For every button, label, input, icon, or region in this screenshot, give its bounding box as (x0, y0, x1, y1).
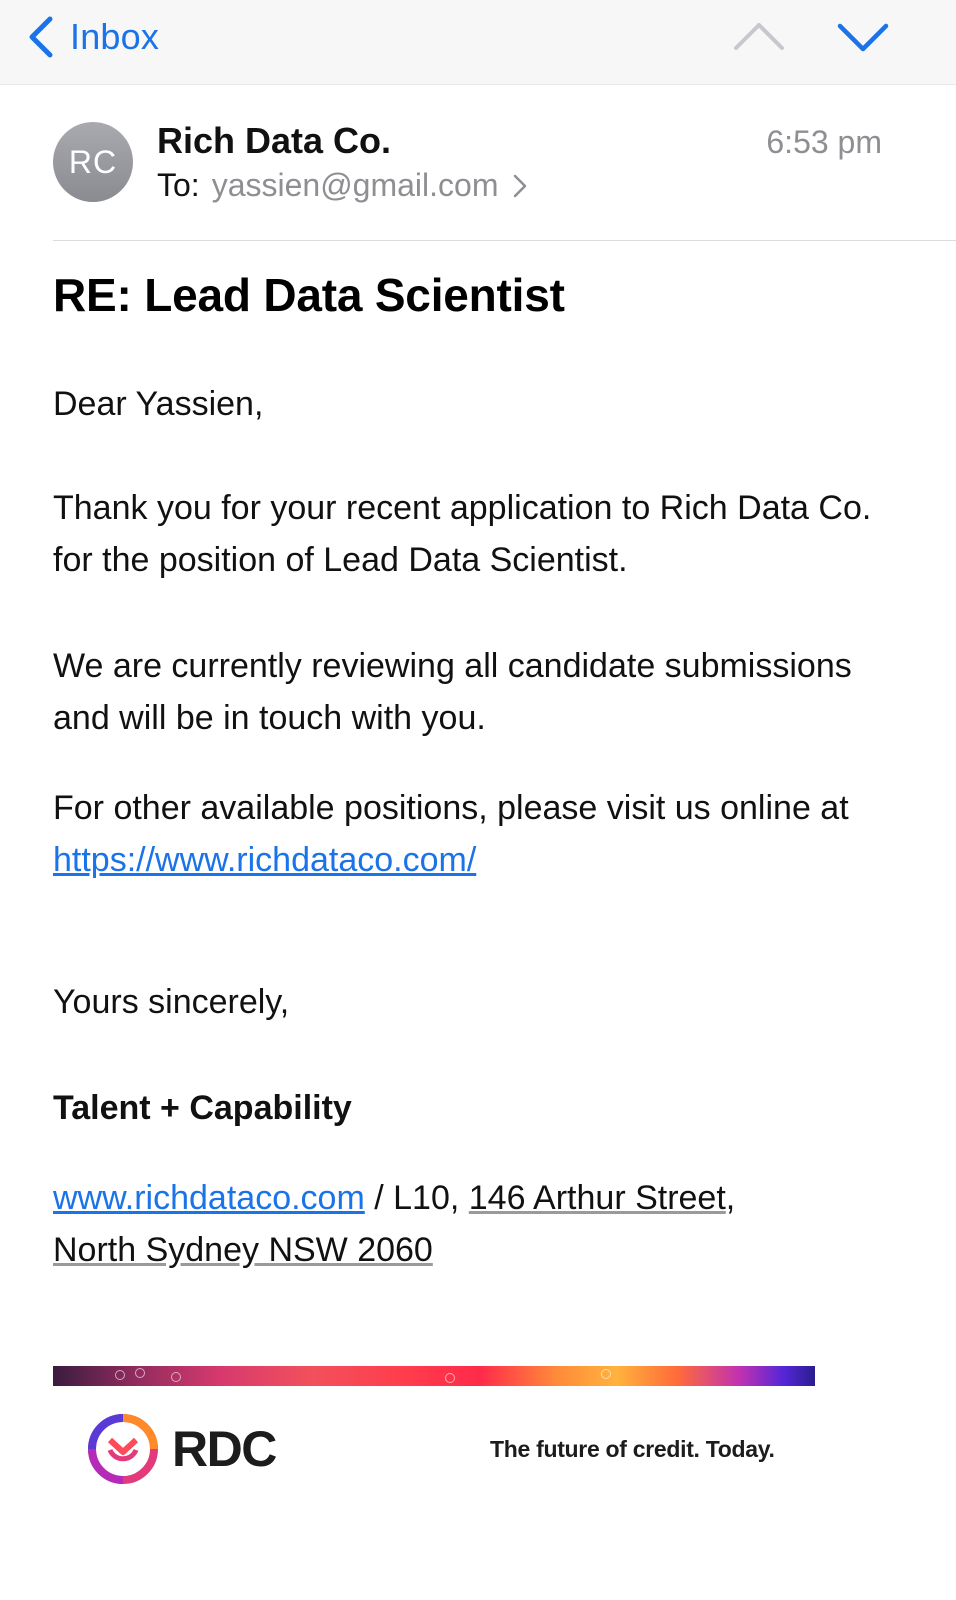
banner-bubble (171, 1372, 181, 1382)
careers-link[interactable]: https://www.richdataco.com/ (53, 841, 476, 879)
message-time: 6:53 pm (766, 124, 882, 160)
banner-bubble (115, 1370, 125, 1380)
chevron-right-icon (514, 174, 527, 197)
address-separator: / L10, (364, 1179, 469, 1217)
previous-message-button[interactable] (732, 18, 786, 54)
city-address[interactable]: North Sydney NSW 2060 (53, 1231, 433, 1269)
greeting-text: Dear Yassien, (53, 385, 264, 423)
address-paragraph: www.richdataco.com / L10, 146 Arthur Str… (53, 1172, 913, 1276)
next-message-button[interactable] (836, 18, 890, 54)
thanks-paragraph: Thank you for your recent application to… (53, 489, 872, 579)
recipient-email: yassien@gmail.com (211, 167, 499, 203)
signoff-text: Talent + Capability (53, 1089, 352, 1127)
brand-tagline: The future of credit. Today. (490, 1436, 775, 1462)
back-to-inbox-button[interactable]: Inbox (26, 12, 159, 62)
street-address[interactable]: 146 Arthur Street (469, 1179, 726, 1217)
recipient-row[interactable]: To: yassien@gmail.com (157, 167, 528, 204)
brand-banner-image (53, 1366, 815, 1386)
chevron-left-icon (29, 16, 53, 58)
review-paragraph: We are currently reviewing all candidate… (53, 647, 852, 737)
back-button-label: Inbox (70, 16, 160, 57)
other-positions-text: For other available positions, please vi… (53, 789, 849, 827)
avatar-initials: RC (68, 143, 118, 180)
address-comma: , (725, 1179, 736, 1217)
chevron-up-icon (734, 23, 784, 50)
message-subject: RE: Lead Data Scientist (53, 269, 565, 321)
banner-bubble (445, 1373, 455, 1383)
navigation-bar: Inbox (0, 0, 956, 85)
sender-name[interactable]: Rich Data Co. (157, 120, 391, 162)
rdc-logo-text: RDC (172, 1421, 277, 1477)
banner-bubble (601, 1369, 611, 1379)
banner-bubble (135, 1368, 145, 1378)
rdc-logo-icon (88, 1414, 158, 1484)
header-divider (53, 240, 956, 241)
chevron-down-icon (837, 23, 889, 52)
to-label: To: (157, 167, 200, 203)
closing-text: Yours sincerely, (53, 983, 290, 1021)
other-positions-paragraph: For other available positions, please vi… (53, 782, 913, 886)
sender-avatar[interactable]: RC (53, 122, 133, 202)
website-link[interactable]: www.richdataco.com (53, 1179, 365, 1217)
